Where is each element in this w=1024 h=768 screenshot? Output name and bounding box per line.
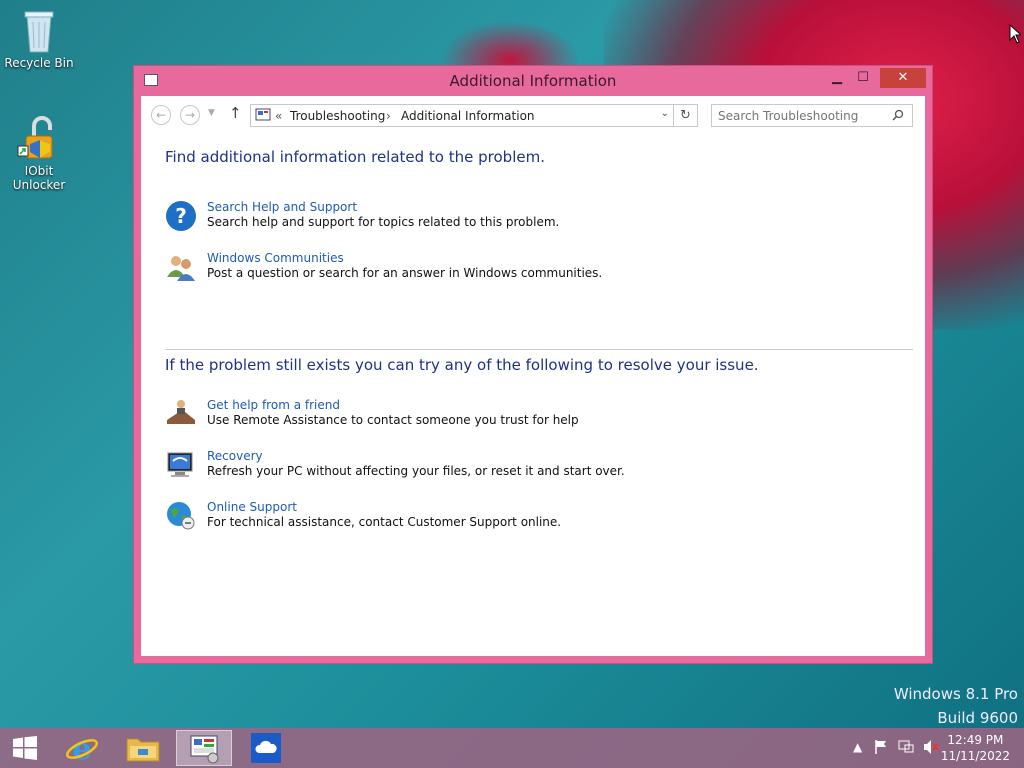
recycle-bin-icon <box>24 11 54 53</box>
recovery-monitor-icon <box>167 452 193 477</box>
desktop-icon-recycle-bin[interactable]: Recycle Bin <box>4 8 74 70</box>
search-help-link[interactable]: Search Help and Support <box>207 200 357 214</box>
online-support-description: For technical assistance, contact Custom… <box>207 515 562 529</box>
windows-edition-watermark: Windows 8.1 Pro <box>893 685 1018 703</box>
address-bar[interactable]: « Troubleshooting › Additional Informati… <box>250 104 674 127</box>
desktop-icon-label: IObit Unlocker <box>12 164 66 192</box>
online-support-globe-icon <box>167 502 195 530</box>
desktop-icon-iobit-unlocker[interactable]: IObit Unlocker <box>4 114 74 192</box>
back-button[interactable]: ← <box>151 105 171 125</box>
forward-button[interactable]: → <box>180 105 200 125</box>
section-heading-additional-info: Find additional information related to t… <box>165 148 545 166</box>
taskbar-control-panel[interactable] <box>176 730 232 766</box>
help-question-icon: ? <box>166 201 196 231</box>
recovery-description: Refresh your PC without affecting your f… <box>207 464 625 478</box>
taskbar-internet-explorer[interactable]: e <box>54 730 110 766</box>
show-hidden-icons-icon[interactable]: ▲ <box>853 740 862 754</box>
search-help-description: Search help and support for topics relat… <box>207 215 560 229</box>
system-clock[interactable]: 12:49 PM 11/11/2022 <box>941 732 1010 764</box>
network-icon[interactable] <box>898 739 914 755</box>
iobit-unlocker-icon <box>17 116 53 159</box>
file-explorer-folder-icon <box>126 738 160 762</box>
internet-explorer-icon: e <box>66 732 98 764</box>
breadcrumb-additional-information[interactable]: Additional Information <box>401 109 535 123</box>
desktop-icon-label: Recycle Bin <box>4 56 74 70</box>
clock-date: 11/11/2022 <box>940 749 1010 763</box>
address-dropdown-icon[interactable]: ⌄ <box>661 108 669 119</box>
control-panel-taskbar-icon <box>190 735 219 764</box>
section-divider <box>165 349 913 350</box>
close-button[interactable]: ✕ <box>880 68 926 88</box>
get-help-friend-link[interactable]: Get help from a friend <box>207 398 340 412</box>
get-help-friend-description: Use Remote Assistance to contact someone… <box>207 413 579 427</box>
breadcrumb-separator-icon[interactable]: › <box>386 109 391 123</box>
recent-locations-chevron-icon[interactable]: ▼ <box>208 108 215 118</box>
maximize-button[interactable]: ☐ <box>850 68 876 88</box>
onedrive-cloud-icon <box>255 740 277 753</box>
svg-text:?: ? <box>175 204 187 228</box>
mouse-cursor-icon <box>1009 24 1021 44</box>
taskbar-file-explorer[interactable] <box>114 730 170 766</box>
control-panel-small-icon <box>255 108 271 121</box>
up-arrow-icon[interactable]: ↑ <box>229 104 242 122</box>
action-center-flag-icon[interactable] <box>874 739 888 755</box>
start-windows-icon[interactable] <box>12 736 38 760</box>
clock-time: 12:49 PM <box>947 733 1004 747</box>
additional-information-window: Additional Information ▁ ☐ ✕ ← → ▼ ↑ « T… <box>133 65 933 664</box>
volume-muted-icon[interactable] <box>922 739 940 755</box>
title-bar[interactable]: Additional Information ▁ ☐ ✕ <box>134 66 932 96</box>
taskbar: e ▲ 12:49 PM 11/11/2022 <box>0 728 1024 768</box>
search-input[interactable] <box>711 104 913 127</box>
address-overflow-chevron[interactable]: « <box>275 109 282 123</box>
section-heading-resolve-issue: If the problem still exists you can try … <box>165 356 759 374</box>
windows-build-watermark: Build 9600 <box>937 709 1018 727</box>
navigation-bar: ← → ▼ ↑ « Troubleshooting › Additional I… <box>141 96 925 134</box>
communities-people-icon <box>167 256 195 281</box>
svg-text:e: e <box>72 732 91 764</box>
windows-communities-description: Post a question or search for an answer … <box>207 266 603 280</box>
onedrive-tile <box>251 733 281 763</box>
window-content: ← → ▼ ↑ « Troubleshooting › Additional I… <box>141 96 925 656</box>
remote-assistance-icon <box>167 400 195 424</box>
minimize-button[interactable]: ▁ <box>824 68 850 88</box>
refresh-button[interactable]: ↻ <box>674 104 698 127</box>
taskbar-onedrive[interactable] <box>238 730 294 766</box>
online-support-link[interactable]: Online Support <box>207 500 297 514</box>
search-icon[interactable] <box>892 109 904 121</box>
breadcrumb-troubleshooting[interactable]: Troubleshooting <box>290 109 385 123</box>
window-title: Additional Information <box>449 72 617 90</box>
windows-communities-link[interactable]: Windows Communities <box>207 251 344 265</box>
recovery-link[interactable]: Recovery <box>207 449 263 463</box>
